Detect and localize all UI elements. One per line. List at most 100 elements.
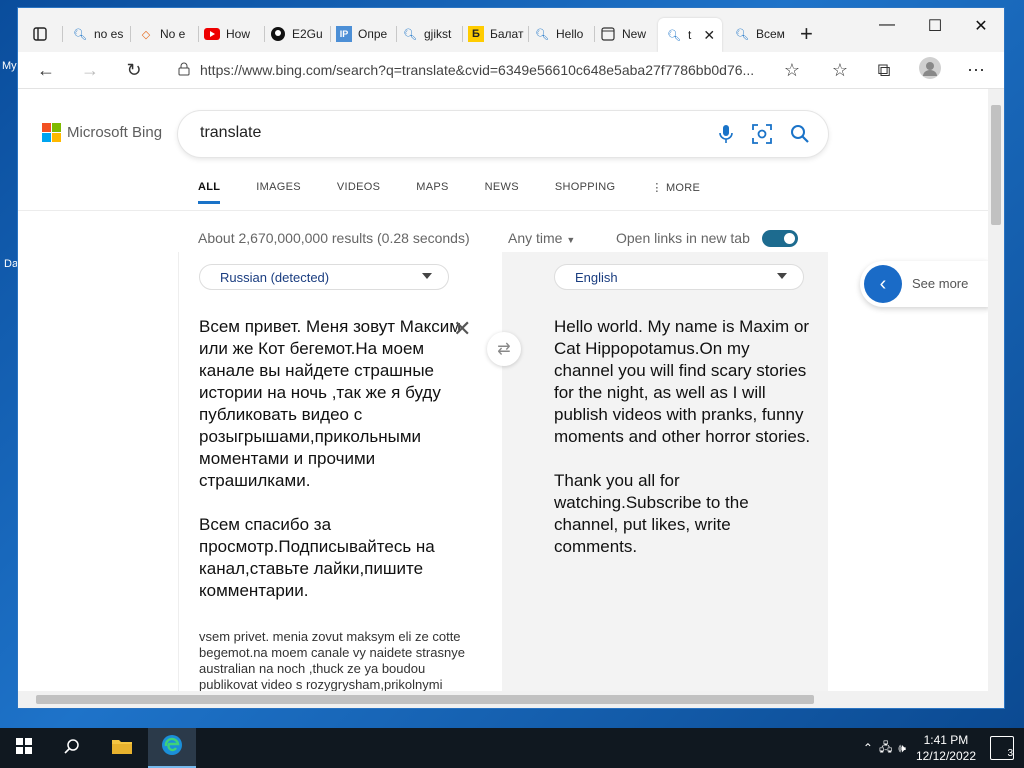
search-box[interactable]: translate (178, 111, 828, 157)
tab-1[interactable]: 🔍︎ no es (72, 22, 128, 46)
tab-6[interactable]: 🔍︎ gjikst (402, 22, 460, 46)
more-dots-icon: ⋯ (967, 59, 985, 80)
visual-search-icon[interactable] (750, 122, 774, 146)
add-favorite-button[interactable]: ☆ (778, 58, 806, 82)
swap-languages-button[interactable]: ⇄ (487, 332, 521, 366)
scroll-thumb[interactable] (991, 105, 1001, 225)
notifications-button[interactable]: 3 (990, 736, 1014, 760)
network-icon[interactable]: 🖧︎ (879, 738, 892, 759)
address-bar[interactable]: https://www.bing.com/search?q=translate&… (168, 56, 808, 84)
caret-down-icon: ▼ (566, 235, 576, 245)
favorites-button[interactable]: ☆ (826, 58, 854, 82)
maximize-icon: ☐ (927, 18, 943, 35)
vertical-scrollbar[interactable] (988, 89, 1004, 691)
refresh-icon: ↻ (126, 59, 142, 80)
open-links-toggle[interactable] (762, 230, 798, 247)
close-tab-icon[interactable]: ✕ (703, 27, 715, 44)
refresh-button[interactable]: ↻ (120, 58, 148, 82)
scroll-thumb[interactable] (36, 695, 814, 704)
scope-news[interactable]: NEWS (485, 181, 519, 194)
scope-images[interactable]: IMAGES (256, 181, 301, 194)
edge-icon (161, 734, 183, 761)
tab-2[interactable]: ◇ No e (138, 22, 196, 46)
bing-logo[interactable]: Microsoft Bing (42, 123, 162, 142)
tab-7[interactable]: Б Балат (468, 22, 526, 46)
tab-active[interactable]: 🔍︎ t ✕ (658, 18, 722, 52)
close-icon: ✕ (974, 18, 988, 35)
microsoft-logo-icon (42, 123, 61, 142)
new-tab-icon (600, 26, 616, 42)
minimize-button[interactable]: — (864, 16, 910, 34)
youtube-icon (204, 26, 220, 42)
profile-button[interactable] (916, 56, 944, 84)
plus-icon: + (800, 22, 813, 46)
target-language-select[interactable]: English (554, 264, 804, 290)
scope-shopping[interactable]: SHOPPING (555, 181, 615, 194)
desktop-icon-label[interactable]: Da (4, 258, 18, 270)
bing-search-icon: 🔍︎ (535, 28, 549, 41)
search-input[interactable]: translate (200, 124, 261, 142)
clock-time: 1:41 PM (923, 733, 969, 747)
collections-button[interactable]: ⧉ (870, 58, 898, 82)
tab-strip: 🔍︎ no es ◇ No e How E2Gu IP Опре 🔍︎ gjik… (18, 8, 1004, 52)
see-more-button[interactable]: ‹ See more (860, 261, 988, 307)
minimize-icon: — (879, 16, 895, 33)
maximize-button[interactable]: ☐ (912, 16, 958, 36)
source-language-select[interactable]: Russian (detected) (199, 264, 449, 290)
scope-maps[interactable]: MAPS (416, 181, 448, 194)
translator-source-panel: Russian (detected) Всем привет. Меня зов… (178, 252, 503, 691)
volume-icon[interactable]: 🕪︎ (898, 741, 906, 756)
tab-actions-button[interactable] (32, 22, 54, 46)
chevron-left-icon: ‹ (864, 265, 902, 303)
clock[interactable]: 1:41 PM 12/12/2022 (916, 732, 976, 764)
tab-label: Всем (756, 27, 785, 41)
tab-3[interactable]: How (204, 22, 262, 46)
github-icon (270, 26, 286, 42)
tab-9[interactable]: New (600, 22, 658, 46)
bing-search-icon: 🔍︎ (73, 28, 87, 41)
edge-taskbar-button[interactable] (148, 728, 196, 768)
time-filter-dropdown[interactable]: Any time ▼ (508, 230, 575, 246)
taskbar-search-button[interactable] (48, 728, 96, 768)
favorites-icon: ☆ (831, 59, 849, 80)
taskbar: ⌃ 🖧︎ 🕪︎ 1:41 PM 12/12/2022 3 (0, 728, 1024, 768)
tab-8[interactable]: 🔍︎ Hello (534, 22, 592, 46)
tab-label: E2Gu (292, 27, 323, 41)
scope-more[interactable]: ⋮ MORE (651, 181, 700, 194)
tab-5[interactable]: IP Опре (336, 22, 394, 46)
tab-11[interactable]: 🔍︎ Всем (734, 22, 792, 46)
tab-actions-icon (32, 26, 48, 42)
collections-icon: ⧉ (877, 59, 891, 80)
scope-all[interactable]: ALL (198, 181, 220, 194)
avatar (919, 56, 941, 84)
file-explorer-button[interactable] (98, 728, 146, 768)
new-tab-button[interactable]: + (800, 22, 824, 46)
bing-search-icon: 🔍︎ (667, 29, 681, 42)
source-text-input[interactable]: Всем привет. Меня зовут Максим или же Ко… (199, 316, 469, 602)
close-window-button[interactable]: ✕ (958, 16, 1004, 36)
tab-4[interactable]: E2Gu (270, 22, 328, 46)
microphone-icon[interactable] (714, 122, 738, 146)
horizontal-scrollbar[interactable] (18, 691, 1004, 708)
see-more-label: See more (912, 276, 969, 291)
settings-menu-button[interactable]: ⋯ (962, 58, 990, 82)
chevron-up-icon[interactable]: ⌃ (863, 741, 873, 755)
clear-text-icon[interactable]: ✕ (453, 316, 471, 342)
tab-label: t (688, 28, 692, 42)
caret-down-icon (777, 273, 787, 279)
caret-down-icon (422, 273, 432, 279)
arrow-right-icon: → (81, 59, 99, 80)
more-vertical-icon: ⋮ (651, 182, 666, 194)
back-button[interactable]: ← (32, 58, 60, 82)
search-icon[interactable] (788, 122, 812, 146)
diamond-icon: ◇ (141, 28, 151, 41)
divider (18, 210, 988, 211)
forward-button[interactable]: → (76, 58, 104, 82)
desktop-icon-label[interactable]: My (2, 60, 17, 72)
transliteration-text: vsem privet. menia zovut maksym eli ze c… (199, 629, 465, 691)
start-button[interactable] (0, 728, 48, 768)
scope-videos[interactable]: VIDEOS (337, 181, 380, 194)
active-scope-indicator (198, 201, 220, 204)
search-icon (64, 738, 80, 759)
open-links-label: Open links in new tab (616, 230, 750, 246)
